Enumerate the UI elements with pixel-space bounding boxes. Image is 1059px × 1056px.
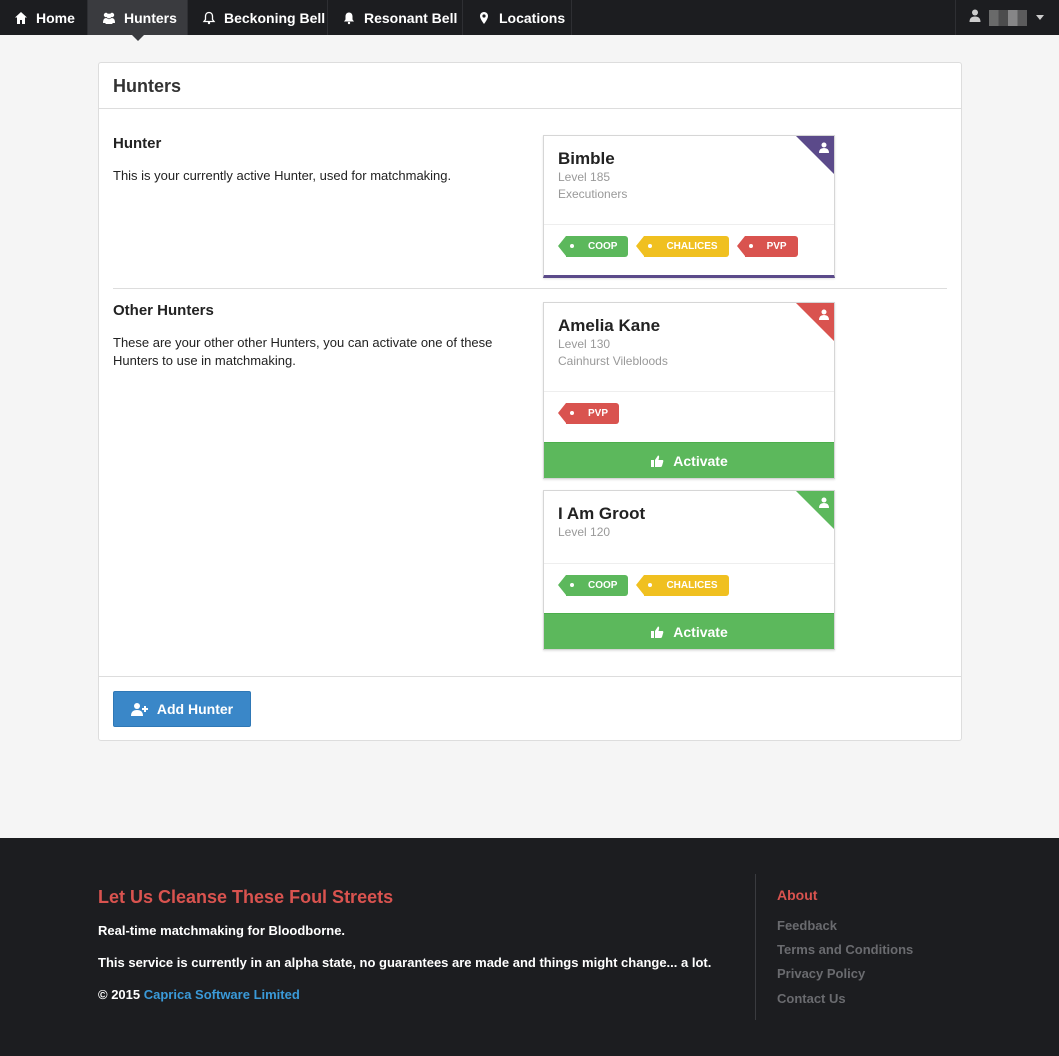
terms-link[interactable]: Terms and Conditions [777, 942, 913, 957]
user-icon [819, 495, 829, 508]
bell-icon [342, 11, 356, 25]
activate-label: Activate [673, 452, 728, 469]
users-icon [102, 11, 116, 25]
activate-button[interactable]: Activate [544, 442, 834, 478]
thumbs-up-icon [650, 454, 664, 468]
hunter-card-i-am-groot: I Am Groot Level 120 COOP CHALICES Activ… [543, 490, 835, 650]
footer-divider [755, 874, 756, 1020]
hunter-covenant: Cainhurst Vilebloods [558, 354, 668, 368]
map-marker-icon [477, 11, 491, 25]
tag-chalices: CHALICES [636, 575, 729, 596]
tag-pvp: PVP [736, 236, 798, 257]
about-heading: About [777, 887, 818, 903]
nav-resonant-bell-label: Resonant Bell [364, 9, 458, 26]
other-hunters-description: These are your other other Hunters, you … [113, 335, 493, 368]
hunter-name: I Am Groot [558, 504, 646, 523]
thumbs-up-icon [650, 625, 664, 639]
nav-beckoning-bell[interactable]: Beckoning Bell [188, 0, 328, 35]
section-divider [113, 288, 947, 289]
copyright-text: © 2015 [98, 987, 141, 1002]
privacy-link[interactable]: Privacy Policy [777, 966, 865, 981]
nav-hunters-label: Hunters [124, 9, 177, 26]
tag-chalices: CHALICES [636, 236, 729, 257]
hunter-tags: COOP CHALICES [557, 575, 729, 596]
tag-coop: COOP [557, 236, 629, 257]
nav-home[interactable]: Home [0, 0, 88, 35]
card-divider [544, 224, 834, 225]
contact-link[interactable]: Contact Us [777, 991, 846, 1006]
active-hunter-heading: Hunter [113, 135, 162, 152]
nav-locations[interactable]: Locations [463, 0, 572, 35]
company-link[interactable]: Caprica Software Limited [144, 987, 300, 1002]
tag-pvp: PVP [557, 403, 620, 424]
hunter-tags: COOP CHALICES PVP [557, 236, 798, 257]
hunter-tags: PVP [557, 403, 620, 424]
panel-footer: Add Hunter [99, 676, 961, 740]
footer-alpha-notice: This service is currently in an alpha st… [98, 955, 712, 970]
site-footer: Let Us Cleanse These Foul Streets Real-t… [0, 838, 1059, 1056]
hunter-name: Amelia Kane [558, 316, 661, 335]
chevron-down-icon [1036, 15, 1044, 20]
username-redacted [989, 9, 1027, 26]
hunter-level: Level 120 [558, 525, 611, 539]
hunter-level: Level 130 [558, 337, 611, 351]
hunter-card-bimble: Bimble Level 185 Executioners COOP CHALI… [543, 135, 835, 278]
activate-label: Activate [673, 623, 728, 640]
nav-home-label: Home [36, 9, 75, 26]
add-user-icon [130, 702, 148, 716]
hunter-name: Bimble [558, 149, 615, 168]
footer-tagline: Let Us Cleanse These Foul Streets [98, 887, 394, 907]
nav-resonant-bell[interactable]: Resonant Bell [328, 0, 463, 35]
user-icon [969, 9, 981, 27]
tag-coop: COOP [557, 575, 629, 596]
hunter-covenant: Executioners [558, 187, 628, 201]
other-hunters-heading: Other Hunters [113, 302, 214, 319]
nav-locations-label: Locations [499, 9, 566, 26]
hunter-card-amelia-kane: Amelia Kane Level 130 Cainhurst Vilebloo… [543, 302, 835, 479]
user-icon [819, 307, 829, 320]
top-navbar: Home Hunters Beckoning Bell Resonant Bel… [0, 0, 1059, 41]
hunters-panel: Hunters Hunter This is your currently ac… [98, 62, 962, 741]
card-divider [544, 391, 834, 392]
add-hunter-button[interactable]: Add Hunter [113, 691, 251, 727]
feedback-link[interactable]: Feedback [777, 918, 837, 933]
nav-beckoning-bell-label: Beckoning Bell [224, 9, 326, 26]
footer-description: Real-time matchmaking for Bloodborne. [98, 923, 346, 938]
panel-title: Hunters [99, 63, 961, 109]
active-hunter-description: This is your currently active Hunter, us… [113, 168, 452, 183]
hunter-level: Level 185 [558, 170, 611, 184]
add-hunter-label: Add Hunter [156, 701, 234, 717]
user-menu[interactable] [955, 0, 1059, 35]
card-divider [544, 563, 834, 564]
footer-copyright: © 2015 Caprica Software Limited [98, 987, 300, 1002]
home-icon [14, 11, 28, 25]
bell-outline-icon [202, 11, 216, 25]
user-icon [819, 140, 829, 153]
activate-button[interactable]: Activate [544, 613, 834, 649]
nav-hunters[interactable]: Hunters [88, 0, 188, 41]
